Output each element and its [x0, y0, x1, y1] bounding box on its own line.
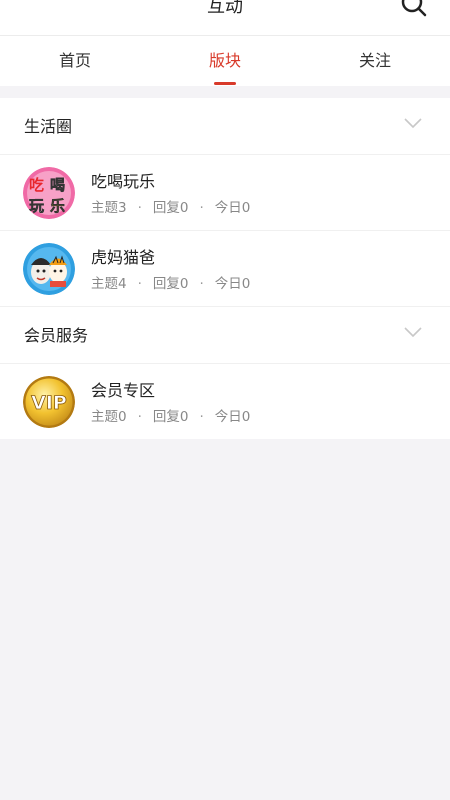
tab-home[interactable]: 首页: [0, 36, 150, 86]
logo-text-le: 乐: [50, 197, 65, 215]
forum-name: 虎妈猫爸: [91, 248, 156, 267]
forum-item[interactable]: 虎妈猫爸 主题4 · 回复0 · 今日0: [0, 231, 450, 307]
tab-following[interactable]: 关注: [300, 36, 450, 86]
tab-bar: 首页 版块 关注: [0, 36, 450, 86]
topic-count: 主题3: [91, 200, 127, 216]
forum-name: 吃喝玩乐: [91, 172, 156, 191]
app-header: 互动: [0, 0, 450, 36]
forum-name: 会员专区: [91, 381, 156, 400]
logo-text-wan: 玩: [29, 197, 44, 215]
section-title: 生活圈: [24, 117, 73, 136]
forum-stats: 主题0 · 回复0 · 今日0: [91, 409, 251, 425]
chevron-down-icon[interactable]: [404, 117, 422, 129]
tab-label: 首页: [58, 51, 91, 70]
vip-logo-text: VIP: [31, 392, 67, 414]
forum-item[interactable]: VIP 会员专区 主题0 · 回复0 · 今日0: [0, 364, 450, 439]
topic-count: 主题0: [91, 409, 127, 425]
search-icon[interactable]: [400, 0, 428, 18]
logo-text-he: 喝: [50, 176, 65, 194]
chevron-down-icon[interactable]: [404, 326, 422, 338]
today-count: 今日0: [214, 200, 251, 216]
section-header-life-circle[interactable]: 生活圈: [0, 98, 450, 155]
tab-label: 版块: [208, 51, 241, 70]
tab-forums[interactable]: 版块: [150, 36, 300, 86]
reply-count: 回复0: [152, 200, 189, 216]
section-title: 会员服务: [24, 326, 89, 345]
page-title: 互动: [207, 0, 243, 17]
today-count: 今日0: [214, 276, 251, 292]
section-header-member-service[interactable]: 会员服务: [0, 307, 450, 364]
topic-count: 主题4: [91, 276, 127, 292]
reply-count: 回复0: [152, 409, 189, 425]
forum-stats: 主题3 · 回复0 · 今日0: [91, 200, 251, 216]
forum-stats: 主题4 · 回复0 · 今日0: [91, 276, 251, 292]
forum-list: 生活圈 吃 喝 玩 乐 吃喝玩乐 主题3 · 回复0 · 今日0 虎妈猫爸 主题…: [0, 98, 450, 439]
tab-label: 关注: [358, 51, 391, 70]
vip-badge-logo: VIP: [23, 376, 75, 428]
parents-cartoon-logo: [23, 243, 75, 295]
chihewanle-logo: 吃 喝 玩 乐: [23, 167, 75, 219]
reply-count: 回复0: [152, 276, 189, 292]
forum-item[interactable]: 吃 喝 玩 乐 吃喝玩乐 主题3 · 回复0 · 今日0: [0, 155, 450, 231]
active-tab-indicator: [214, 82, 236, 85]
logo-text-chi: 吃: [29, 176, 44, 194]
today-count: 今日0: [214, 409, 251, 425]
